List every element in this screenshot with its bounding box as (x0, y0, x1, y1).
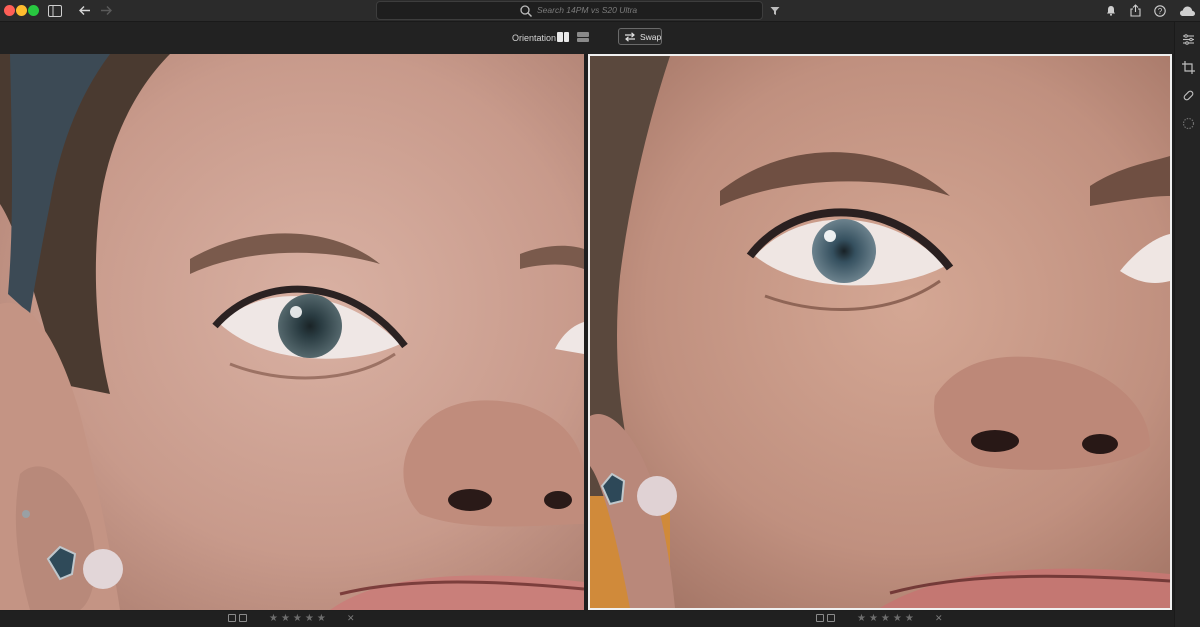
edit-panel-strip (1174, 22, 1200, 627)
crop-icon[interactable] (1182, 61, 1195, 74)
bell-icon[interactable] (1105, 4, 1117, 17)
search-icon (520, 5, 532, 17)
rating-bar: ★★★★★ ✕ ★★★★★ ✕ (0, 611, 1174, 627)
title-bar: Search 14PM vs S20 Ultra ? (0, 0, 1200, 22)
right-pick-flag-icon[interactable] (816, 614, 824, 622)
swap-button[interactable]: Swap (618, 28, 662, 45)
left-flag-group (228, 614, 247, 622)
swap-label: Swap (640, 32, 662, 42)
left-clear-rating-icon[interactable]: ✕ (347, 613, 355, 624)
forward-arrow-icon[interactable] (99, 4, 113, 17)
right-reject-flag-icon[interactable] (827, 614, 835, 622)
cloud-sync-icon[interactable] (1178, 4, 1196, 17)
search-placeholder: Search 14PM vs S20 Ultra (537, 5, 638, 15)
back-arrow-icon[interactable] (77, 4, 91, 17)
sidebar-toggle-icon[interactable] (48, 4, 62, 17)
minimize-window-button[interactable] (16, 5, 27, 16)
compare-toolbar: Orientation Swap (0, 22, 1200, 54)
filter-icon[interactable] (769, 4, 781, 17)
maximize-window-button[interactable] (28, 5, 39, 16)
swap-arrows-icon (625, 32, 635, 42)
right-comparison-photo-selected[interactable] (588, 54, 1172, 610)
masking-icon[interactable] (1182, 117, 1195, 130)
left-comparison-photo[interactable] (0, 54, 584, 610)
orientation-label: Orientation (512, 33, 557, 43)
edit-sliders-icon[interactable] (1182, 33, 1195, 46)
left-pick-flag-icon[interactable] (228, 614, 236, 622)
help-icon[interactable]: ? (1153, 4, 1166, 17)
left-star-rating[interactable]: ★★★★★ (269, 613, 329, 624)
share-icon[interactable] (1129, 3, 1141, 17)
left-reject-flag-icon[interactable] (239, 614, 247, 622)
right-star-rating[interactable]: ★★★★★ (857, 613, 917, 624)
side-by-side-orientation-icon[interactable] (557, 32, 569, 42)
stacked-orientation-icon[interactable] (577, 32, 589, 42)
search-field[interactable]: Search 14PM vs S20 Ultra (376, 1, 763, 20)
right-clear-rating-icon[interactable]: ✕ (935, 613, 943, 624)
close-window-button[interactable] (4, 5, 15, 16)
svg-text:?: ? (1157, 7, 1162, 16)
right-flag-group (816, 614, 835, 622)
healing-bandage-icon[interactable] (1182, 89, 1195, 102)
